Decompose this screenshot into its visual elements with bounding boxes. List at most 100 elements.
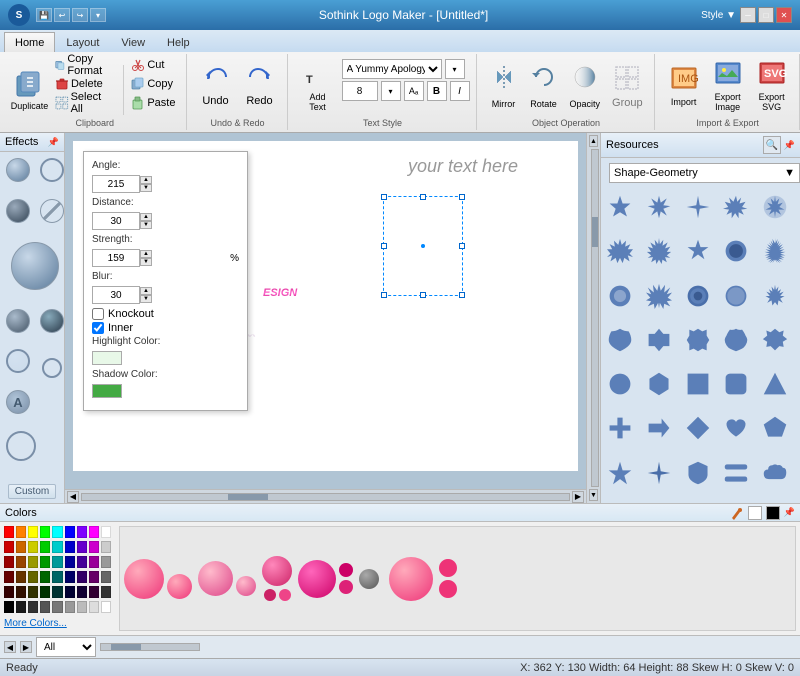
- dot-sm-2[interactable]: [439, 580, 457, 598]
- effect-diagonal[interactable]: [40, 199, 64, 223]
- colors-pin[interactable]: 📌: [784, 507, 795, 518]
- circle-pink-small1[interactable]: [167, 574, 192, 599]
- bottom-scroll-left[interactable]: ◀: [4, 641, 16, 653]
- bottom-scroll-thumb[interactable]: [111, 644, 141, 650]
- shape-star10a[interactable]: [721, 192, 751, 222]
- swatch-3-2[interactable]: [16, 556, 26, 568]
- effect-medium-sphere[interactable]: [6, 309, 30, 333]
- rotate-button[interactable]: Rotate: [525, 57, 563, 115]
- effect-dark-medium[interactable]: [40, 309, 64, 333]
- swatch-4-2[interactable]: [16, 571, 26, 583]
- distance-input[interactable]: [92, 212, 140, 230]
- redo-button[interactable]: Redo: [239, 57, 281, 115]
- swatch-orange[interactable]: [16, 526, 26, 538]
- blur-down-btn[interactable]: ▼: [140, 295, 152, 303]
- dot-sm-1[interactable]: [439, 559, 457, 577]
- cut-button[interactable]: Cut: [127, 56, 179, 74]
- effect-outline2[interactable]: [6, 349, 30, 373]
- swatch-olive[interactable]: [28, 541, 38, 553]
- swatch-darkred[interactable]: [4, 541, 14, 553]
- swatch-3-8[interactable]: [89, 556, 99, 568]
- colors-picker-icon[interactable]: [730, 506, 744, 520]
- group-button[interactable]: Group: [607, 57, 648, 115]
- shape-star8a[interactable]: [644, 192, 674, 222]
- save-quick-btn[interactable]: 💾: [36, 8, 52, 22]
- copy-button[interactable]: Copy: [127, 75, 179, 93]
- handle-bm[interactable]: [420, 292, 426, 298]
- tab-view[interactable]: View: [110, 32, 156, 52]
- dot-grey[interactable]: [359, 569, 379, 589]
- undo-button[interactable]: Undo: [195, 57, 237, 115]
- swatch-6-1[interactable]: [4, 601, 14, 613]
- vscroll-thumb[interactable]: [592, 217, 598, 247]
- export-svg-button[interactable]: SVG ExportSVG: [751, 57, 793, 115]
- handle-tr[interactable]: [459, 194, 465, 200]
- circle-lightpink[interactable]: [198, 561, 233, 596]
- vscroll-track[interactable]: [591, 149, 599, 487]
- tab-layout[interactable]: Layout: [55, 32, 110, 52]
- opacity-button[interactable]: Opacity: [565, 57, 606, 115]
- handle-br[interactable]: [459, 292, 465, 298]
- swatch-4-3[interactable]: [28, 571, 38, 583]
- swatch-6-5[interactable]: [52, 601, 62, 613]
- font-expand-btn[interactable]: ▾: [445, 59, 465, 79]
- import-button[interactable]: IMG Import: [663, 57, 705, 115]
- style-label[interactable]: Style ▼: [701, 10, 736, 21]
- tab-help[interactable]: Help: [156, 32, 201, 52]
- angle-down-btn[interactable]: ▼: [140, 184, 152, 192]
- distance-up-btn[interactable]: ▲: [140, 213, 152, 221]
- bottom-scroll-track[interactable]: [100, 643, 200, 651]
- size-expand-btn[interactable]: ▾: [381, 81, 401, 101]
- minimize-btn[interactable]: ─: [740, 7, 756, 23]
- shape-triangle[interactable]: [760, 369, 790, 399]
- strength-input[interactable]: [92, 249, 140, 267]
- handle-tm[interactable]: [420, 194, 426, 200]
- swatch-4-4[interactable]: [40, 571, 50, 583]
- swatch-5-4[interactable]: [40, 586, 50, 598]
- effects-pin[interactable]: 📌: [48, 137, 59, 148]
- swatch-violet[interactable]: [77, 526, 87, 538]
- colors-white-box[interactable]: [748, 506, 762, 520]
- hscroll-thumb[interactable]: [228, 494, 268, 500]
- swatch-5-8[interactable]: [89, 586, 99, 598]
- circle-pink-xlarge[interactable]: [389, 557, 433, 601]
- effect-outline4[interactable]: [6, 431, 36, 461]
- circle-lightpink-sm[interactable]: [236, 576, 256, 596]
- shape-sunburst3[interactable]: [683, 281, 713, 311]
- colors-black-box[interactable]: [766, 506, 780, 520]
- swatch-4-8[interactable]: [89, 571, 99, 583]
- swatch-blue[interactable]: [65, 526, 75, 538]
- shape-badge3[interactable]: [683, 325, 713, 355]
- swatch-cyan[interactable]: [52, 526, 62, 538]
- mirror-button[interactable]: Mirror: [485, 57, 523, 115]
- color-preview-area[interactable]: [119, 526, 796, 631]
- shape-burst2[interactable]: [644, 236, 674, 266]
- handle-tl[interactable]: [381, 194, 387, 200]
- swatch-3-6[interactable]: [65, 556, 75, 568]
- resources-pin[interactable]: 📌: [784, 140, 795, 151]
- dot-magenta-1[interactable]: [339, 563, 353, 577]
- shape-shield[interactable]: [683, 458, 713, 488]
- swatch-4-5[interactable]: [52, 571, 62, 583]
- strength-up-btn[interactable]: ▲: [140, 250, 152, 258]
- vscroll-up-btn[interactable]: ▲: [589, 135, 598, 147]
- swatch-purple[interactable]: [77, 541, 87, 553]
- swatch-6-4[interactable]: [40, 601, 50, 613]
- bottom-scroll-right[interactable]: ▶: [20, 641, 32, 653]
- resources-search-btn[interactable]: 🔍: [763, 136, 781, 154]
- hscroll-right-btn[interactable]: ▶: [572, 491, 584, 503]
- swatch-6-9[interactable]: [101, 601, 111, 613]
- shape-badge2[interactable]: [644, 325, 674, 355]
- effect-circle-outline[interactable]: [40, 158, 64, 182]
- vscroll-down-btn[interactable]: ▼: [589, 489, 598, 501]
- filter-select[interactable]: All: [36, 637, 96, 657]
- swatch-3-4[interactable]: [40, 556, 50, 568]
- swatch-5-2[interactable]: [16, 586, 26, 598]
- swatch-4-6[interactable]: [65, 571, 75, 583]
- shape-burst4[interactable]: [760, 236, 790, 266]
- swatch-6-2[interactable]: [16, 601, 26, 613]
- blur-input[interactable]: [92, 286, 140, 304]
- select-all-button[interactable]: Select All: [51, 94, 119, 112]
- close-btn[interactable]: ✕: [776, 7, 792, 23]
- shape-hexagon[interactable]: [644, 369, 674, 399]
